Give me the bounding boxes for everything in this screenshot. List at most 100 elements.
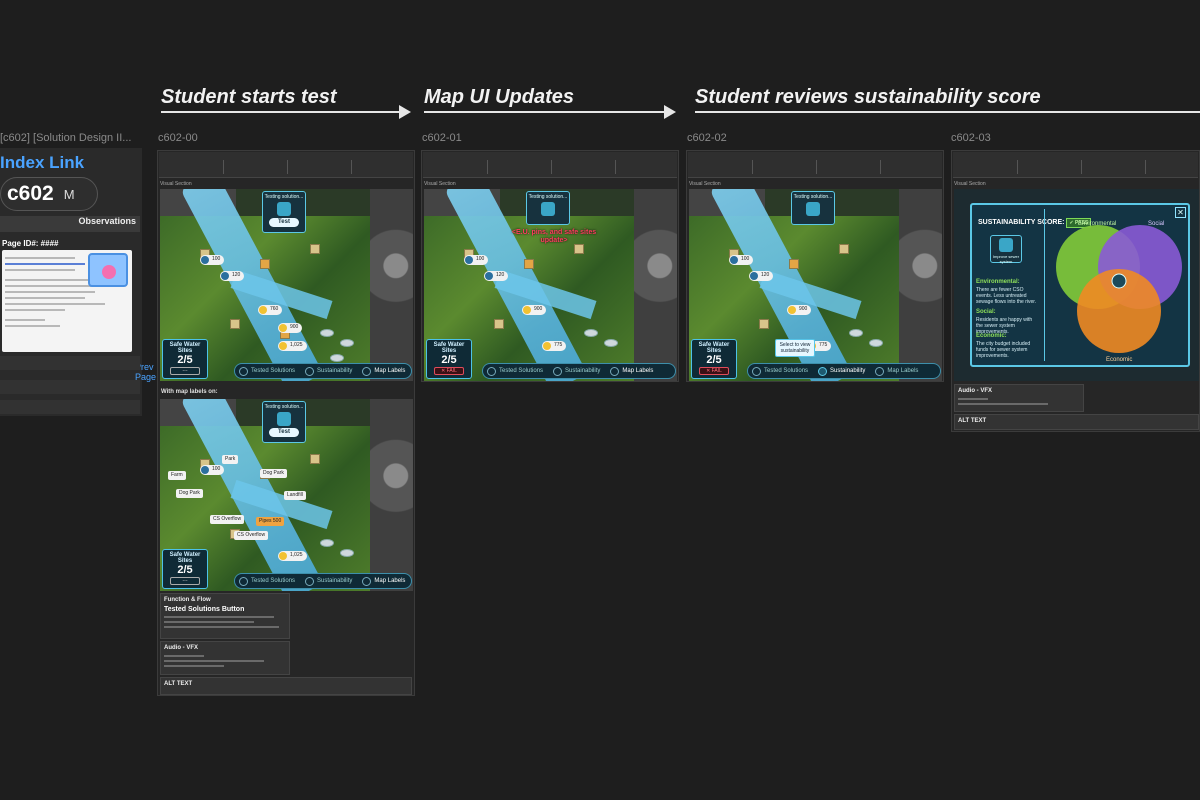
test-button[interactable]: Test: [269, 218, 299, 227]
venn-center-badge: [1111, 273, 1127, 289]
game-screen: Testing solution... <E.U. pins, and safe…: [424, 189, 677, 381]
alt-text-note: ALT TEXT: [954, 414, 1199, 430]
stat-pill: 900: [787, 305, 812, 315]
stat-pill: 100: [464, 255, 489, 265]
tab-tested-solutions[interactable]: Tested Solutions: [239, 576, 295, 586]
testing-panel: Testing solution... Test: [262, 191, 306, 233]
stat-pill: 775: [542, 341, 567, 351]
testing-title: Testing solution...: [264, 194, 304, 200]
stat-pill: 900: [522, 305, 547, 315]
document-thumbnail[interactable]: [2, 250, 132, 352]
venn-label-social: Social: [1148, 221, 1164, 227]
tab-sustainability[interactable]: Sustainability: [305, 366, 352, 376]
stat-pill: 100: [200, 465, 225, 475]
map-label: Park: [222, 455, 239, 464]
map-label: CS Overflow: [210, 515, 245, 524]
page-id: Page ID#: ####: [2, 239, 59, 248]
venn-label-economic: Economic: [1106, 357, 1132, 363]
testing-panel: Testing solution...: [526, 191, 570, 225]
tab-sustainability[interactable]: Sustainability: [818, 366, 865, 376]
map-label: Dog Park: [260, 469, 287, 478]
flow-arrow: [424, 105, 676, 119]
select-tooltip: Select to view sustainability: [775, 339, 815, 357]
frame-label: c602-00: [158, 132, 198, 144]
pipe-icon: [999, 238, 1013, 252]
frame-label: c602-01: [422, 132, 462, 144]
index-title: [c602] [Solution Design II...: [0, 132, 132, 144]
pipe-icon: [806, 202, 820, 216]
testing-panel: Testing solution...: [791, 191, 835, 225]
environmental-text: There are fewer CSO events. Less untreat…: [976, 287, 1037, 305]
social-label: Social:: [976, 309, 996, 315]
section-label: Visual Section: [689, 181, 721, 187]
safe-water-sites: Safe Water Sites 2/5 ✕ FAIL: [691, 339, 737, 379]
tab-sustainability[interactable]: Sustainability: [553, 366, 600, 376]
safe-water-sites: Safe Water Sites 2/5 ✕ FAIL: [426, 339, 472, 379]
audio-vfx-note: Audio - VFX: [160, 641, 290, 675]
game-screen: Testing solution... 100 120 900 775 Sele…: [689, 189, 942, 381]
stat-pill: 1,025: [278, 341, 307, 351]
update-callout: <E.U. pins, and safe sites update>: [511, 229, 597, 244]
observations-header: Observations: [0, 216, 140, 232]
side-row: [0, 400, 140, 414]
tab-map-labels[interactable]: Map Labels: [610, 366, 653, 376]
map-label: Pipes 500: [256, 517, 285, 526]
pipe-icon: [277, 412, 291, 426]
with-labels-heading: With map labels on:: [161, 389, 218, 395]
sustainability-venn-diagram: Environmental Social Economic: [1056, 221, 1182, 363]
tab-tested-solutions[interactable]: Tested Solutions: [239, 366, 295, 376]
map-label: Landfill: [284, 491, 306, 500]
alt-text-note: ALT TEXT: [160, 677, 412, 695]
fail-badge: ✕ FAIL: [434, 367, 464, 375]
map-label: Farm: [168, 471, 186, 480]
page-code: c602: [7, 182, 54, 205]
tab-map-labels[interactable]: Map Labels: [875, 366, 918, 376]
stat-pill: 120: [749, 271, 774, 281]
frame-c602-01: Visual Section Testing solution... <E.U.…: [421, 150, 679, 382]
game-screen-dimmed: ✕ SUSTAINABILITY SCORE: ✓ PASS Improve s…: [954, 189, 1199, 381]
flow-arrow: [695, 111, 1200, 113]
function-flow-note: Function & Flow Tested Solutions Button: [160, 593, 290, 639]
modal-divider: [1044, 209, 1045, 361]
map-label: CS Overflow: [234, 531, 269, 540]
stat-pill: 100: [729, 255, 754, 265]
economic-text: The city budget included funds for sewer…: [976, 341, 1031, 359]
bottom-tabs: Tested Solutions Sustainability Map Labe…: [482, 363, 676, 379]
character-thumbnail: [88, 253, 128, 287]
improvement-card: Improve sewer system: [990, 235, 1022, 264]
environmental-label: Environmental:: [976, 279, 1020, 285]
flow-arrow: [161, 105, 411, 119]
test-button[interactable]: Test: [269, 428, 299, 437]
tab-map-labels[interactable]: Map Labels: [362, 576, 405, 586]
map-label: Dog Park: [176, 489, 203, 498]
tab-map-labels[interactable]: Map Labels: [362, 366, 405, 376]
frame-header: [953, 152, 1198, 178]
step-label-starts-test: Student starts test: [161, 86, 337, 108]
step-label-map-ui-updates: Map UI Updates: [424, 86, 575, 108]
frame-c602-00: Visual Section Testing solution... Test …: [157, 150, 415, 696]
stat-pill: 100: [200, 255, 225, 265]
safe-water-sites: Safe Water Sites 2/5 ---: [162, 339, 208, 379]
tab-sustainability[interactable]: Sustainability: [305, 576, 352, 586]
economic-label: Economic:: [976, 333, 1007, 339]
index-link[interactable]: Index Link: [0, 153, 84, 173]
testing-panel: Testing solution... Test: [262, 401, 306, 443]
tab-tested-solutions[interactable]: Tested Solutions: [752, 366, 808, 376]
tab-tested-solutions[interactable]: Tested Solutions: [487, 366, 543, 376]
frame-label: c602-03: [951, 132, 991, 144]
stat-pill: 1,025: [278, 551, 307, 561]
pipe-icon: [541, 202, 555, 216]
stat-pill: 120: [220, 271, 245, 281]
frame-header: [159, 152, 413, 178]
section-label: Visual Section: [954, 181, 986, 187]
venn-label-environmental: Environmental: [1078, 221, 1116, 227]
stat-pill: 900: [278, 323, 303, 333]
game-screen-labels: Testing solution... Test Park Farm Dog P…: [160, 399, 413, 591]
bottom-tabs: Tested Solutions Sustainability Map Labe…: [234, 363, 412, 379]
page-code-suffix: M: [63, 186, 75, 202]
fail-badge: ✕ FAIL: [699, 367, 729, 375]
pipe-icon: [277, 202, 291, 216]
safe-water-sites: Safe Water Sites 2/5 ---: [162, 549, 208, 589]
frame-label: c602-02: [687, 132, 727, 144]
section-label: Visual Section: [160, 181, 192, 187]
